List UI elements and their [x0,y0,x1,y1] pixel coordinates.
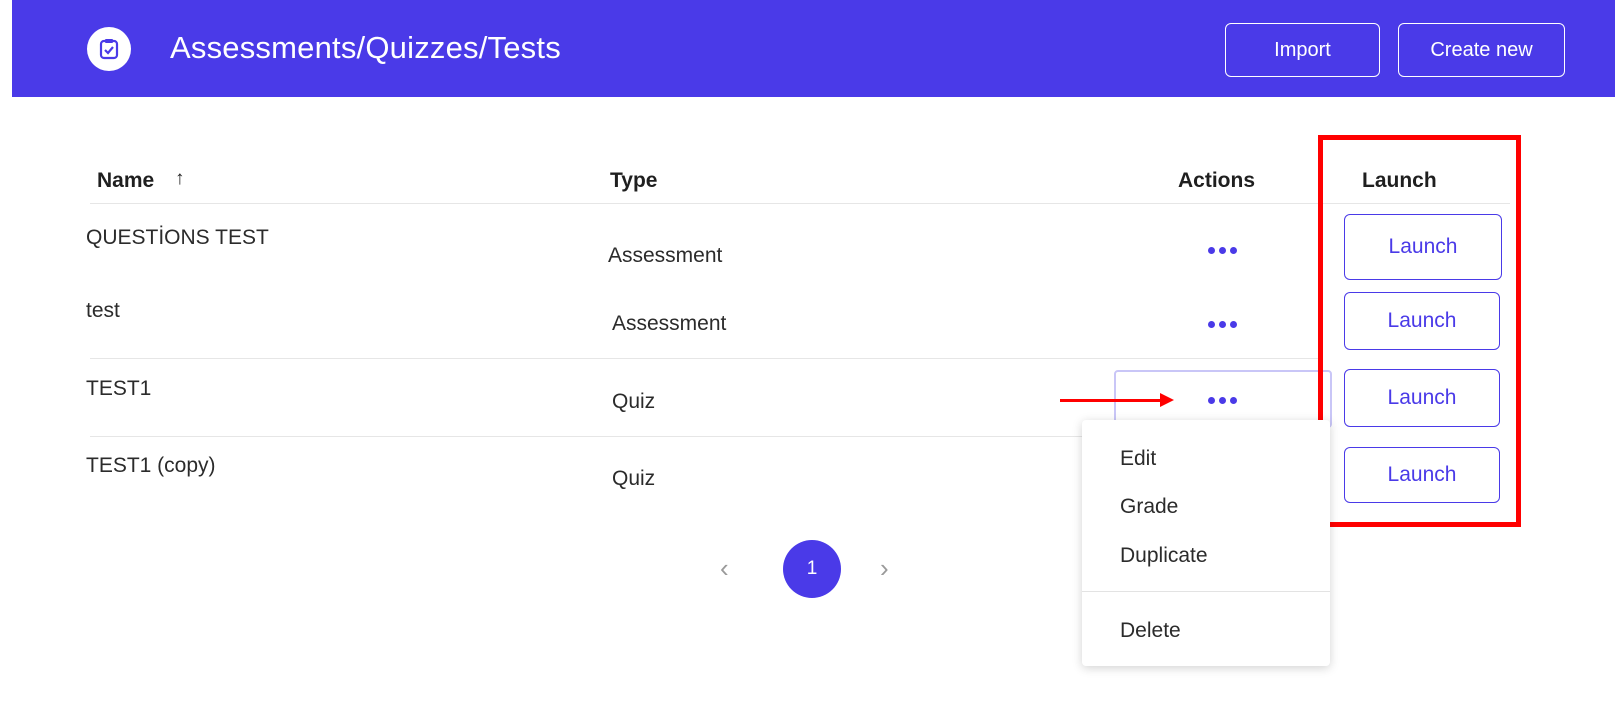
launch-column-annotation-box [1318,135,1521,527]
page-1-button[interactable]: 1 [783,540,841,598]
row-actions-menu-icon[interactable] [1200,388,1244,412]
row-name: test [86,299,120,322]
menu-item-edit[interactable]: Edit [1120,447,1156,471]
column-header-type: Type [610,169,658,192]
row-divider [90,436,1082,437]
actions-dropdown-menu: Edit Grade Duplicate Delete [1082,420,1330,666]
row-actions-menu-icon[interactable] [1200,238,1244,262]
row-name: QUESTİONS TEST [86,226,269,249]
row-type: Assessment [612,312,727,335]
menu-item-delete[interactable]: Delete [1120,619,1181,643]
header-divider [90,203,1510,204]
previous-page-icon[interactable]: ‹ [720,553,729,584]
next-page-icon[interactable]: › [880,553,889,584]
row-type: Assessment [608,244,723,267]
row-type: Quiz [612,467,656,490]
page-header: Assessments/Quizzes/Tests Import Create … [12,0,1615,97]
row-divider [90,358,1320,359]
clipboard-check-icon [87,27,131,71]
page-title: Assessments/Quizzes/Tests [170,30,561,65]
row-actions-menu-icon[interactable] [1200,312,1244,336]
row-type: Quiz [612,390,656,413]
row-name: TEST1 (copy) [86,454,216,477]
menu-divider [1082,591,1330,592]
annotation-arrow-head-icon [1160,393,1174,407]
column-header-name[interactable]: Name [97,169,154,193]
menu-item-duplicate[interactable]: Duplicate [1120,544,1208,568]
row-name: TEST1 [86,377,152,400]
annotation-arrow-line [1060,399,1164,402]
column-header-actions: Actions [1178,169,1256,192]
sort-ascending-icon[interactable]: ↑ [175,168,185,190]
import-button[interactable]: Import [1225,23,1380,77]
create-new-button[interactable]: Create new [1398,23,1565,77]
menu-item-grade[interactable]: Grade [1120,495,1178,519]
